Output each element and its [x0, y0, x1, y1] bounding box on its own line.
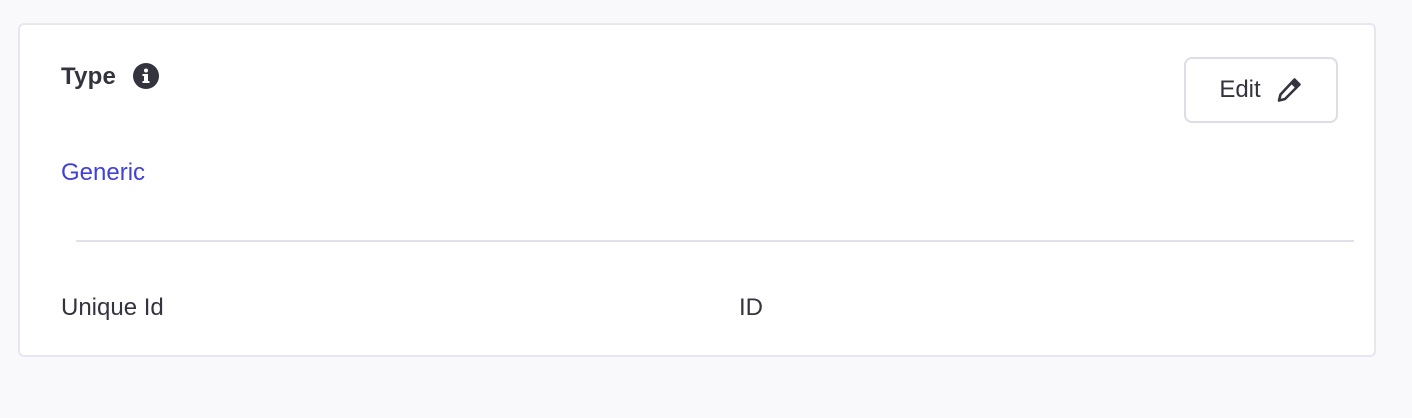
type-card: Type Edit Generic Unique Id ID [18, 23, 1376, 357]
divider [76, 240, 1354, 242]
edit-button-label: Edit [1219, 76, 1261, 103]
info-circle-icon[interactable] [132, 62, 160, 90]
unique-id-label: Unique Id [61, 294, 164, 321]
section-title: Type [61, 63, 117, 90]
pencil-icon [1275, 76, 1303, 104]
section-header: Type [61, 63, 160, 91]
type-value-link[interactable]: Generic [61, 159, 145, 187]
edit-button[interactable]: Edit [1184, 57, 1338, 123]
unique-id-value: ID [739, 294, 763, 321]
